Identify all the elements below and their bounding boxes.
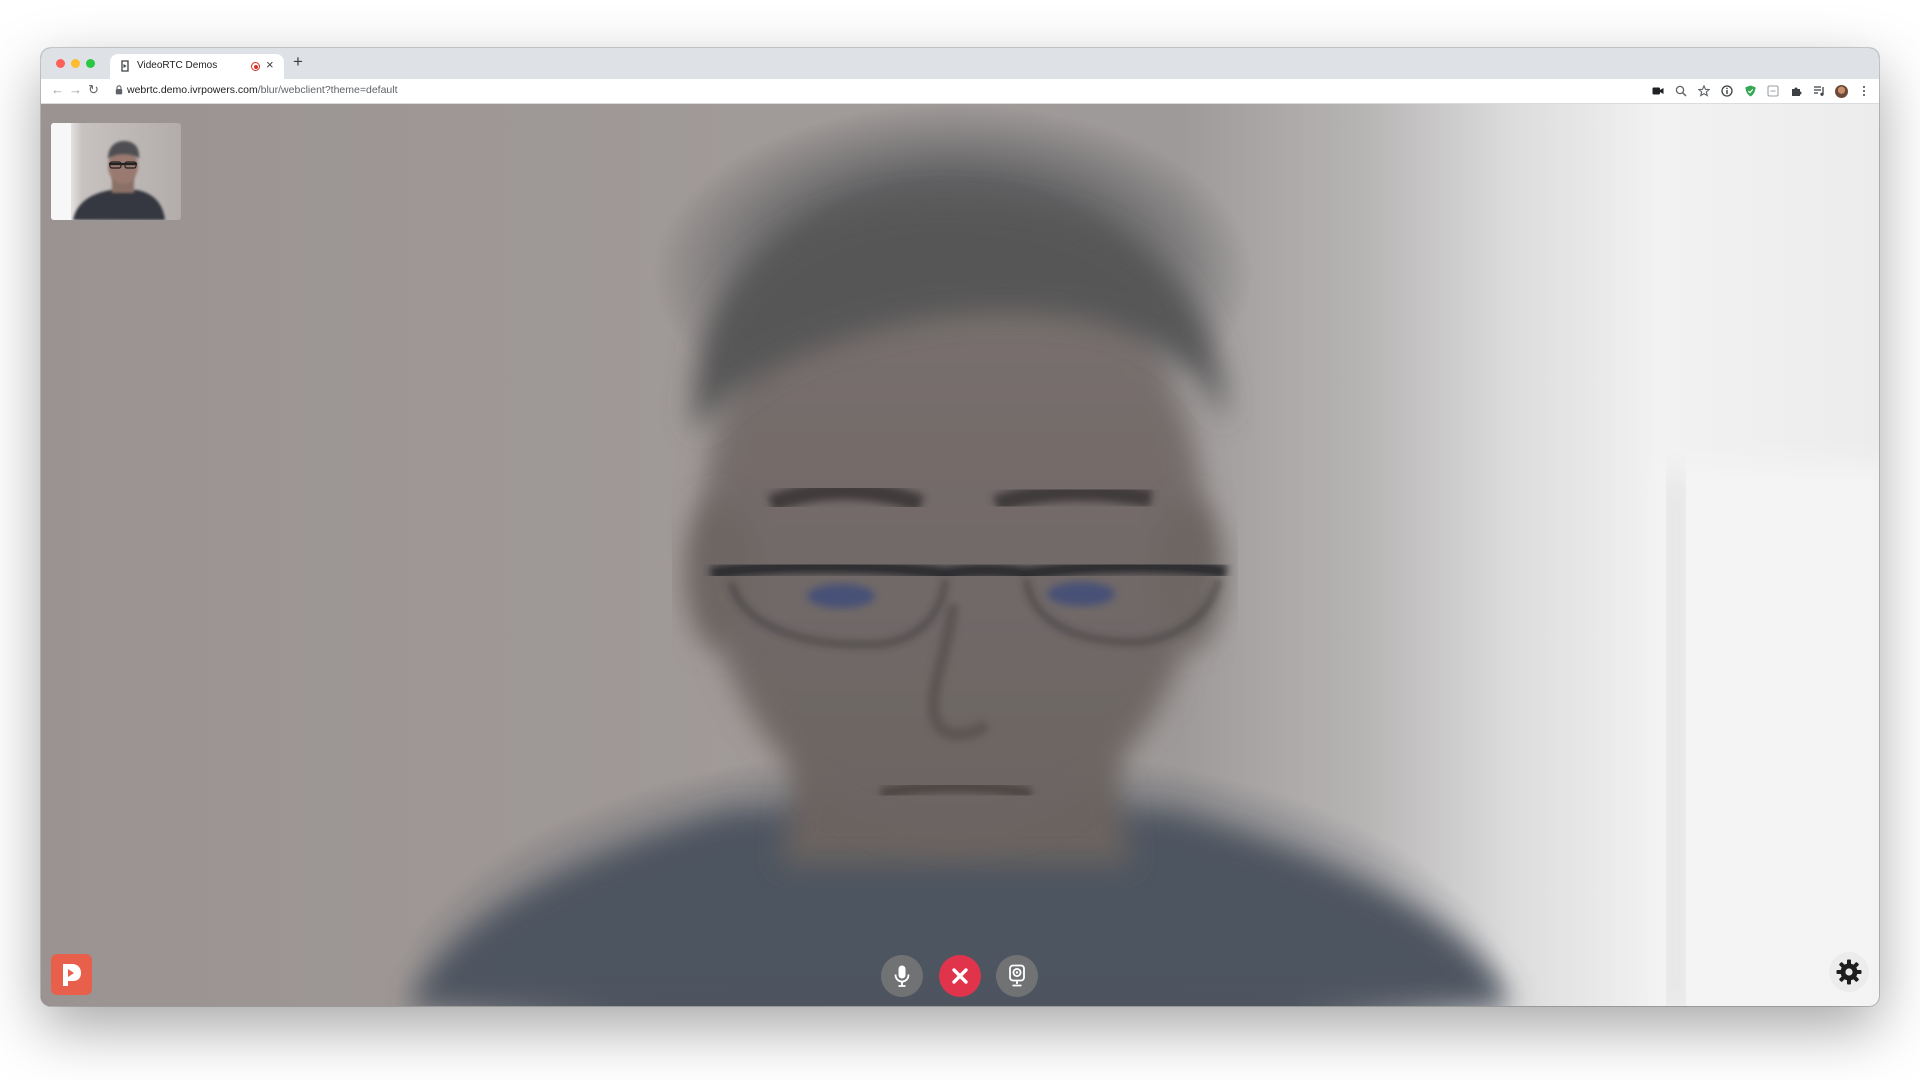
mute-button[interactable]: [881, 955, 923, 997]
microphone-icon: [894, 965, 910, 987]
recording-indicator-icon: [251, 62, 260, 71]
extension-box-icon[interactable]: [1766, 84, 1780, 98]
hangup-button[interactable]: [939, 955, 981, 997]
window-maximize-button[interactable]: [86, 59, 95, 68]
call-controls: [881, 955, 1038, 997]
app-logo[interactable]: [51, 954, 92, 995]
puzzle-extensions-icon[interactable]: [1789, 84, 1803, 98]
tab-videortc-demos[interactable]: VideoRTC Demos ×: [110, 54, 284, 79]
window-close-button[interactable]: [56, 59, 65, 68]
remote-participant-image: [411, 199, 1879, 1006]
logo-icon: [62, 963, 81, 986]
shield-extension-icon[interactable]: [1743, 84, 1757, 98]
webcam-icon: [1009, 964, 1025, 987]
browser-window: VideoRTC Demos × + ← → ↻ webrtc.demo.ivr…: [41, 48, 1879, 1006]
lock-icon: [115, 85, 123, 95]
tab-title: VideoRTC Demos: [137, 60, 218, 71]
reload-button[interactable]: ↻: [88, 82, 99, 98]
forward-button[interactable]: →: [69, 82, 82, 98]
new-tab-button[interactable]: +: [293, 53, 303, 71]
back-button[interactable]: ←: [51, 82, 64, 98]
tab-strip: VideoRTC Demos × +: [41, 48, 1879, 79]
address-bar[interactable]: webrtc.demo.ivrpowers.com/blur/webclient…: [127, 84, 398, 96]
camera-icon[interactable]: [1651, 84, 1665, 98]
menu-kebab-icon[interactable]: [1857, 84, 1871, 98]
url-host: webrtc.demo.ivrpowers.com: [127, 84, 258, 96]
bookmark-star-icon[interactable]: [1697, 84, 1711, 98]
window-minimize-button[interactable]: [71, 59, 80, 68]
toolbar-icons: [1651, 82, 1871, 100]
remote-video: [41, 104, 1879, 1006]
gear-icon: [1836, 959, 1862, 985]
camera-toggle-button[interactable]: [996, 955, 1038, 997]
profile-avatar[interactable]: [1835, 84, 1848, 98]
info-extension-icon[interactable]: [1720, 84, 1734, 98]
media-queue-icon[interactable]: [1812, 84, 1826, 98]
settings-button[interactable]: [1829, 952, 1869, 992]
hangup-x-icon: [952, 968, 968, 984]
local-video-preview[interactable]: [51, 123, 181, 220]
url-path: /blur/webclient?theme=default: [257, 84, 398, 96]
tab-close-button[interactable]: ×: [266, 58, 274, 72]
zoom-icon[interactable]: [1674, 84, 1688, 98]
browser-toolbar: ← → ↻ webrtc.demo.ivrpowers.com/blur/web…: [41, 79, 1879, 104]
page-icon: [121, 60, 129, 72]
local-participant-image: [51, 123, 165, 220]
